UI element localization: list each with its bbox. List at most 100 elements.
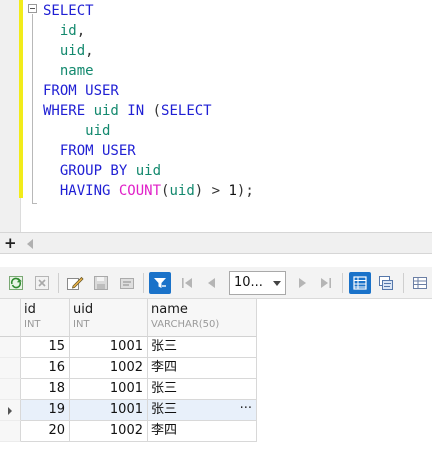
next-page-icon [299,278,306,288]
code-token: uid [169,183,195,199]
next-page-button[interactable] [291,272,313,294]
cell-editor-ellipsis-button[interactable]: ··· [240,399,252,419]
column-type: INT [73,319,90,330]
cell-name[interactable]: 张三 [148,379,257,400]
row-header[interactable] [0,421,21,442]
cell-name-text: 张三 [151,402,178,417]
scroll-left-icon[interactable] [27,239,33,249]
cancel-icon [35,276,49,290]
code-line[interactable]: uid, [43,41,254,61]
first-page-button[interactable] [176,272,198,294]
cell-uid[interactable]: 1001 [70,337,148,358]
code-line[interactable]: FROM USER [43,141,254,161]
toolbar-separator [143,273,144,293]
cell-id[interactable]: 20 [21,421,70,442]
column-header-uid[interactable]: uid INT [70,299,148,337]
discard-changes-button[interactable] [116,272,138,294]
fold-toggle-icon[interactable] [28,4,37,13]
cell-id[interactable]: 18 [21,379,70,400]
previous-page-icon [208,278,215,288]
cell-uid[interactable]: 1001 [70,379,148,400]
cell-uid[interactable]: 1002 [70,358,148,379]
code-token: SELECT [43,3,94,19]
first-page-icon [182,278,192,288]
code-token: FROM USER [59,143,136,159]
refresh-icon [9,276,23,290]
row-header[interactable] [0,400,21,421]
expand-plus-icon[interactable]: + [4,234,17,252]
code-line[interactable]: HAVING COUNT(uid) > 1); [43,181,254,201]
column-name: uid [73,302,94,317]
cell-name[interactable]: 张三 ··· [148,400,257,421]
column-header-name[interactable]: name VARCHAR(50) [148,299,257,337]
save-button[interactable] [90,272,112,294]
code-line[interactable]: uid [43,121,254,141]
page-size-select[interactable]: 10... [229,271,286,295]
row-header[interactable] [0,337,21,358]
splitter[interactable] [0,254,432,267]
cell-name[interactable]: 李四 [148,358,257,379]
code-line[interactable]: WHERE uid IN (SELECT [43,101,254,121]
text-view-icon [413,277,427,289]
modified-lines-bar [19,0,23,198]
result-toolbar: 10... [0,267,432,299]
column-header-id[interactable]: id INT [21,299,70,337]
current-row-marker-icon [8,407,12,415]
code-token: SELECT [161,103,212,119]
code-token: uid [59,43,86,59]
row-header[interactable] [0,379,21,400]
edit-row-button[interactable] [64,272,86,294]
column-type: INT [24,319,41,330]
result-grid[interactable]: id INT uid INT name VARCHAR(50) 15 1001 … [0,299,432,463]
row-header-corner[interactable] [0,299,21,337]
cell-id[interactable]: 15 [21,337,70,358]
form-view-icon [379,276,393,290]
fold-guide-end [32,203,37,204]
code-token: uid [85,123,111,139]
table-row[interactable]: 20 1002 李四 [21,421,257,442]
sql-code[interactable]: SELECT id, uid, name FROM USER WHERE uid I… [43,1,254,201]
cell-uid[interactable]: 1002 [70,421,148,442]
row-header[interactable] [0,358,21,379]
previous-page-button[interactable] [201,272,223,294]
table-row-selected[interactable]: 19 1001 张三 ··· [21,400,257,421]
cell-name[interactable]: 李四 [148,421,257,442]
last-page-button[interactable] [315,272,337,294]
code-token: ) > [194,183,229,199]
pencil-edit-icon [67,276,84,290]
filter-toggle-button[interactable] [149,272,171,294]
cell-id[interactable]: 16 [21,358,70,379]
code-line[interactable]: SELECT [43,1,254,21]
code-token: 1 [228,183,237,199]
form-view-button[interactable] [375,272,397,294]
code-token: COUNT [118,183,162,199]
grid-view-button[interactable] [349,272,371,294]
cancel-query-button[interactable] [31,272,53,294]
cell-uid[interactable]: 1001 [70,400,148,421]
table-row[interactable]: 15 1001 张三 [21,337,257,358]
text-view-button[interactable] [409,272,431,294]
cell-id[interactable]: 19 [21,400,70,421]
code-token: GROUP BY [59,163,136,179]
column-name: name [151,302,188,317]
column-name: id [24,302,36,317]
refresh-button[interactable] [5,272,27,294]
sql-editor[interactable]: SELECT id, uid, name FROM USER WHERE uid I… [0,0,432,232]
table-row[interactable]: 16 1002 李四 [21,358,257,379]
code-line[interactable]: FROM USER [43,81,254,101]
editor-gutter [0,0,21,232]
toolbar-separator [403,273,404,293]
discard-icon [120,278,134,289]
code-line[interactable]: name [43,61,254,81]
table-row[interactable]: 18 1001 张三 [21,379,257,400]
fold-guide [32,14,33,204]
cell-name[interactable]: 张三 [148,337,257,358]
code-line[interactable]: GROUP BY uid [43,161,254,181]
code-line[interactable]: id, [43,21,254,41]
code-token: name [59,63,94,79]
editor-horizontal-scrollbar[interactable]: + [0,232,432,254]
